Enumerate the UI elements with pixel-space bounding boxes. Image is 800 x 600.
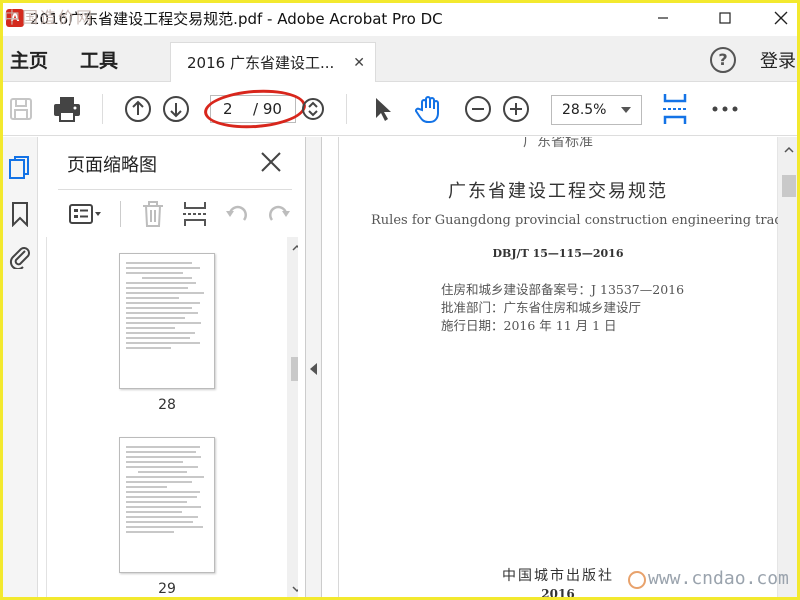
scroll-up-icon: [784, 146, 794, 153]
chevron-down-icon: [621, 107, 631, 113]
arrow-down-circle-icon: [163, 96, 189, 122]
record-number: 住房和城乡建设部备案号：J 13537—2016: [441, 282, 685, 297]
pdf-page: 广东省标准 广东省建设工程交易规范 Rules for Guangdong pr…: [338, 137, 800, 600]
document-view[interactable]: 广东省标准 广东省建设工程交易规范 Rules for Guangdong pr…: [322, 137, 800, 600]
tab-document[interactable]: 2016 广东省建设工... ✕: [170, 42, 376, 82]
arrow-up-circle-icon: [125, 96, 151, 122]
rotate-right-button[interactable]: [262, 199, 296, 229]
fit-page-icon: [663, 94, 687, 124]
watermark-bottom: www.cndao.com: [628, 568, 789, 589]
zoom-out-icon: [465, 96, 491, 122]
thumbnails-scrollbar[interactable]: [287, 237, 298, 600]
document-tab-label: 2016 广东省建设工...: [187, 54, 335, 72]
list-options-icon: [69, 204, 101, 224]
save-icon: [10, 98, 32, 120]
page-scroll-button[interactable]: [296, 92, 330, 126]
attachment-icon[interactable]: [8, 243, 32, 271]
tab-bar: 主页 工具 2016 广东省建设工... ✕ ? 登录: [0, 36, 800, 82]
panel-toolbar-divider: [120, 201, 121, 227]
save-button[interactable]: [4, 92, 38, 126]
insert-pages-button[interactable]: [178, 199, 212, 229]
scroll-up-icon: [292, 244, 298, 251]
bookmark-icon[interactable]: [8, 201, 32, 228]
fit-page-button[interactable]: [658, 92, 692, 126]
page-thumbnail[interactable]: [119, 253, 215, 389]
effective-date: 施行日期：2016 年 11 月 1 日: [441, 318, 617, 333]
insert-page-icon: [183, 202, 207, 226]
hand-icon: [415, 96, 439, 123]
main-toolbar: 2 / 90 28.5%: [0, 82, 800, 136]
scroll-updown-icon: [302, 98, 324, 120]
thumbnail-page-number: 29: [158, 581, 176, 597]
cursor-arrow-icon: [376, 98, 391, 121]
page-thumbnail[interactable]: [119, 437, 215, 573]
hand-tool-button[interactable]: [412, 92, 446, 126]
trash-icon: [143, 201, 163, 227]
navigation-pane-strip: [0, 137, 38, 600]
page-thumbnails-panel: 页面缩略图 28 29: [38, 137, 306, 600]
rotate-ccw-icon: [226, 205, 247, 221]
print-button[interactable]: [50, 92, 84, 126]
panel-divider: [58, 189, 292, 190]
more-tools-button[interactable]: [708, 92, 742, 126]
previous-page-button[interactable]: [121, 92, 155, 126]
zoom-in-icon: [503, 96, 529, 122]
thumbnails-scroll-area[interactable]: 28 29: [46, 237, 298, 600]
title-bar: A 中国造价网 2016广东省建设工程交易规范.pdf - Adobe Acro…: [0, 0, 800, 36]
zoom-value: 28.5%: [562, 102, 607, 118]
rotate-left-button[interactable]: [220, 199, 254, 229]
delete-pages-button[interactable]: [136, 199, 170, 229]
help-button[interactable]: ?: [710, 47, 736, 73]
chevron-left-icon: [310, 363, 317, 375]
tab-home[interactable]: 主页: [10, 46, 48, 73]
close-icon: [774, 11, 788, 25]
toolbar-divider: [346, 94, 347, 124]
scroll-down-icon: [292, 586, 298, 593]
tab-close-icon[interactable]: ✕: [353, 55, 365, 71]
login-button[interactable]: 登录: [760, 47, 796, 73]
more-dots-icon: [712, 106, 738, 112]
rotate-cw-icon: [269, 205, 290, 221]
maximize-icon: [719, 12, 731, 24]
scrollbar-thumb[interactable]: [291, 357, 298, 381]
panel-close-icon[interactable]: [260, 151, 282, 173]
select-tool-button[interactable]: [365, 92, 399, 126]
zoom-level-dropdown[interactable]: 28.5%: [551, 95, 642, 125]
options-menu-button[interactable]: [68, 199, 102, 229]
panel-collapse-handle[interactable]: [306, 137, 322, 600]
toolbar-divider: [102, 94, 103, 124]
close-window-button[interactable]: [758, 0, 800, 36]
page-thumbnails-icon[interactable]: [8, 155, 32, 181]
approval-department: 批准部门：广东省住房和城乡建设厅: [441, 300, 642, 315]
next-page-button[interactable]: [159, 92, 193, 126]
document-title-en: Rules for Guangdong provincial construct…: [371, 213, 800, 228]
panel-title: 页面缩略图: [67, 155, 157, 176]
zoom-in-button[interactable]: [499, 92, 533, 126]
document-title-cn: 广东省建设工程交易规范: [448, 181, 668, 202]
maximize-button[interactable]: [702, 0, 748, 36]
minimize-icon: [658, 17, 668, 19]
thumbnail-page-number: 28: [158, 397, 176, 413]
scrollbar-thumb[interactable]: [782, 175, 796, 197]
print-icon: [54, 97, 80, 122]
minimize-button[interactable]: [640, 0, 686, 36]
tab-tools[interactable]: 工具: [80, 46, 118, 73]
watermark-top: 中国造价网: [4, 8, 95, 27]
standard-code: DBJ/T 15—115—2016: [492, 247, 624, 260]
zoom-out-button[interactable]: [461, 92, 495, 126]
red-circle-annotation: [202, 86, 308, 132]
document-scrollbar[interactable]: [778, 137, 800, 600]
page-header-text: 广东省标准: [523, 137, 593, 150]
